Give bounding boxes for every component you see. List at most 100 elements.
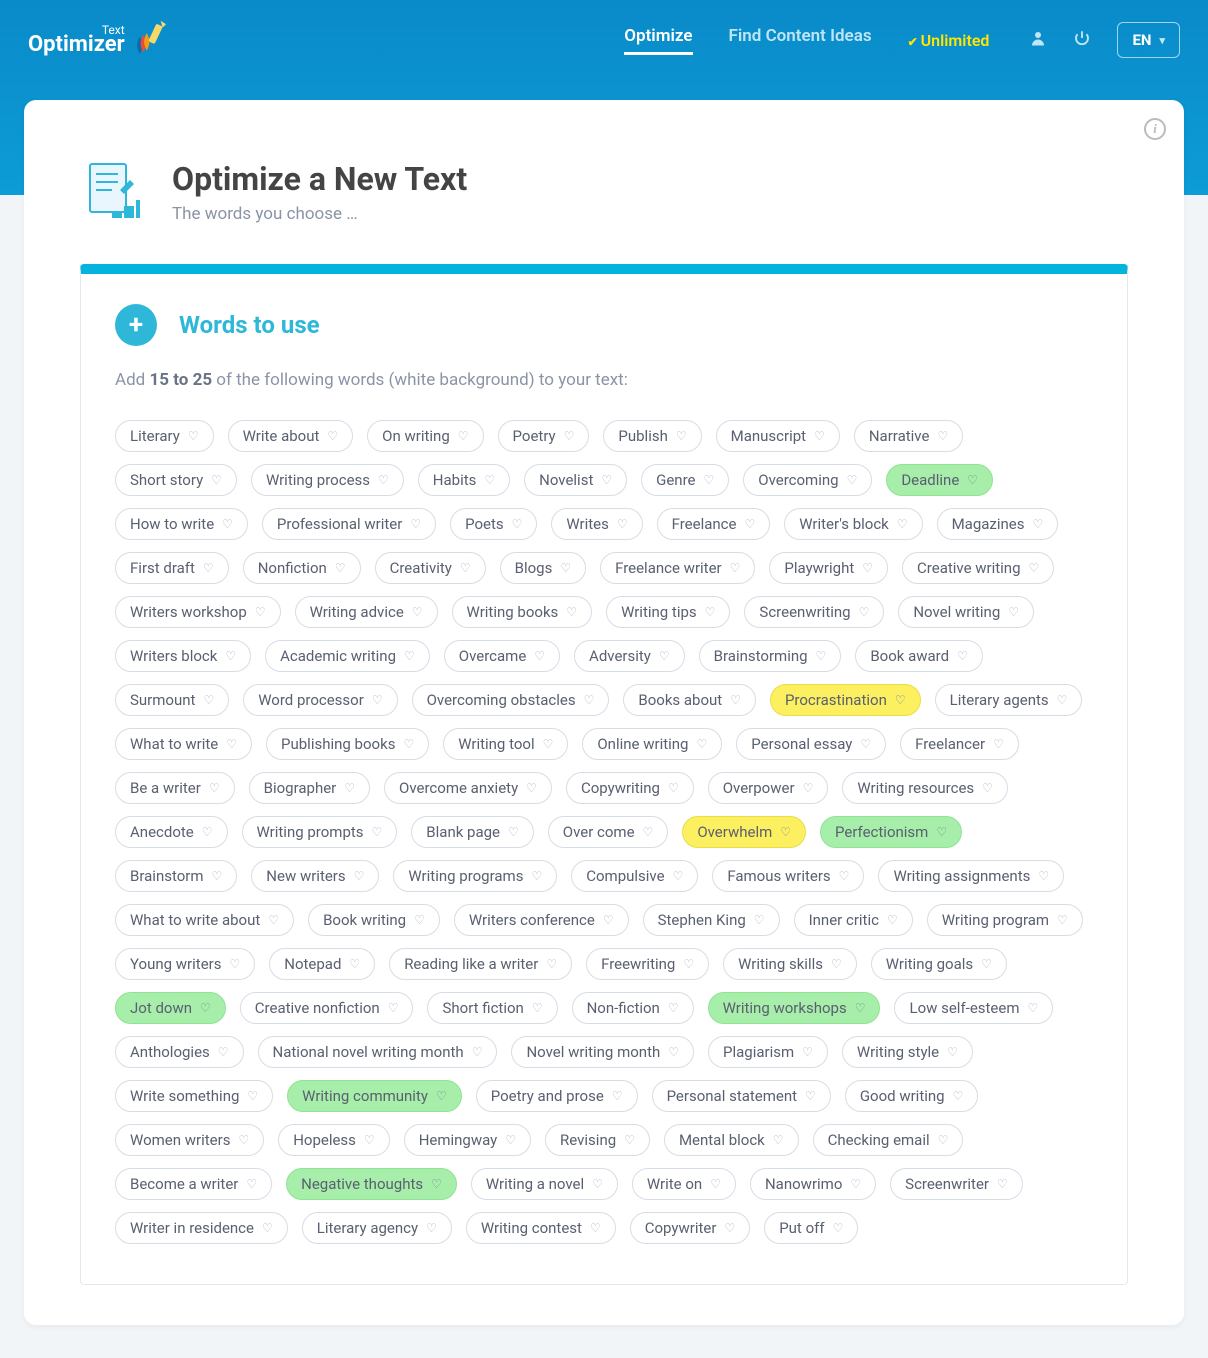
word-pill[interactable]: Stephen King♡ <box>643 904 780 936</box>
heart-icon[interactable]: ♡ <box>696 737 707 751</box>
word-pill[interactable]: Copywriter♡ <box>630 1212 750 1244</box>
heart-icon[interactable]: ♡ <box>212 869 223 883</box>
heart-icon[interactable]: ♡ <box>947 1045 958 1059</box>
heart-icon[interactable]: ♡ <box>612 1089 623 1103</box>
word-pill[interactable]: Low self-esteem♡ <box>894 992 1053 1024</box>
word-pill[interactable]: Hopeless♡ <box>278 1124 389 1156</box>
heart-icon[interactable]: ♡ <box>676 429 687 443</box>
word-pill[interactable]: Overwhelm♡ <box>682 816 806 848</box>
heart-icon[interactable]: ♡ <box>668 781 679 795</box>
logo[interactable]: Text Optimizer <box>28 19 173 61</box>
heart-icon[interactable]: ♡ <box>378 473 389 487</box>
heart-icon[interactable]: ♡ <box>705 605 716 619</box>
heart-icon[interactable]: ♡ <box>202 825 213 839</box>
word-pill[interactable]: Good writing♡ <box>845 1080 979 1112</box>
heart-icon[interactable]: ♡ <box>592 1177 603 1191</box>
word-pill[interactable]: Book writing♡ <box>308 904 440 936</box>
info-icon[interactable]: i <box>1144 118 1166 140</box>
heart-icon[interactable]: ♡ <box>436 1089 447 1103</box>
word-pill[interactable]: Literary♡ <box>115 420 214 452</box>
word-pill[interactable]: Habits♡ <box>418 464 510 496</box>
word-pill[interactable]: Creative writing♡ <box>902 552 1054 584</box>
word-pill[interactable]: Writing prompts♡ <box>242 816 398 848</box>
heart-icon[interactable]: ♡ <box>850 1177 861 1191</box>
heart-icon[interactable]: ♡ <box>860 737 871 751</box>
word-pill[interactable]: On writing♡ <box>367 420 483 452</box>
word-pill[interactable]: Writers conference♡ <box>454 904 629 936</box>
heart-icon[interactable]: ♡ <box>188 429 199 443</box>
heart-icon[interactable]: ♡ <box>335 561 346 575</box>
word-pill[interactable]: Blank page♡ <box>411 816 533 848</box>
heart-icon[interactable]: ♡ <box>388 1001 399 1015</box>
word-pill[interactable]: Perfectionism♡ <box>820 816 962 848</box>
heart-icon[interactable]: ♡ <box>780 825 791 839</box>
nav-link-find-ideas[interactable]: Find Content Ideas <box>729 26 872 55</box>
heart-icon[interactable]: ♡ <box>745 517 756 531</box>
word-pill[interactable]: Compulsive♡ <box>571 860 698 892</box>
heart-icon[interactable]: ♡ <box>354 869 365 883</box>
heart-icon[interactable]: ♡ <box>431 1177 442 1191</box>
heart-icon[interactable]: ♡ <box>534 649 545 663</box>
heart-icon[interactable]: ♡ <box>659 649 670 663</box>
heart-icon[interactable]: ♡ <box>643 825 654 839</box>
heart-icon[interactable]: ♡ <box>957 649 968 663</box>
word-pill[interactable]: Nonfiction♡ <box>243 552 361 584</box>
word-pill[interactable]: Writers block♡ <box>115 640 251 672</box>
word-pill[interactable]: Literary agents♡ <box>935 684 1083 716</box>
word-pill[interactable]: Professional writer♡ <box>262 508 436 540</box>
word-pill[interactable]: Novel writing♡ <box>898 596 1034 628</box>
heart-icon[interactable]: ♡ <box>601 473 612 487</box>
word-pill[interactable]: Writing workshops♡ <box>708 992 881 1024</box>
heart-icon[interactable]: ♡ <box>855 1001 866 1015</box>
heart-icon[interactable]: ♡ <box>967 473 978 487</box>
word-pill[interactable]: Academic writing♡ <box>265 640 430 672</box>
heart-icon[interactable]: ♡ <box>364 1133 375 1147</box>
word-pill[interactable]: Manuscript♡ <box>716 420 840 452</box>
heart-icon[interactable]: ♡ <box>203 693 214 707</box>
word-pill[interactable]: Writing style♡ <box>842 1036 973 1068</box>
word-pill[interactable]: Young writers♡ <box>115 948 255 980</box>
word-pill[interactable]: Overcame♡ <box>444 640 560 672</box>
heart-icon[interactable]: ♡ <box>668 1001 679 1015</box>
heart-icon[interactable]: ♡ <box>603 913 614 927</box>
word-pill[interactable]: Negative thoughts♡ <box>286 1168 457 1200</box>
heart-icon[interactable]: ♡ <box>982 781 993 795</box>
heart-icon[interactable]: ♡ <box>372 825 383 839</box>
heart-icon[interactable]: ♡ <box>1032 517 1043 531</box>
heart-icon[interactable]: ♡ <box>472 1045 483 1059</box>
word-pill[interactable]: Writing programs♡ <box>393 860 557 892</box>
word-pill[interactable]: Creative nonfiction♡ <box>240 992 414 1024</box>
word-pill[interactable]: Jot down♡ <box>115 992 226 1024</box>
word-pill[interactable]: Copywriting♡ <box>566 772 694 804</box>
heart-icon[interactable]: ♡ <box>862 561 873 575</box>
heart-icon[interactable]: ♡ <box>268 913 279 927</box>
word-pill[interactable]: Adversity♡ <box>574 640 685 672</box>
heart-icon[interactable]: ♡ <box>617 517 628 531</box>
word-pill[interactable]: Publishing books♡ <box>266 728 429 760</box>
heart-icon[interactable]: ♡ <box>754 913 765 927</box>
word-pill[interactable]: Write something♡ <box>115 1080 273 1112</box>
heart-icon[interactable]: ♡ <box>937 429 948 443</box>
word-pill[interactable]: Freelance♡ <box>657 508 771 540</box>
word-pill[interactable]: Freelancer♡ <box>900 728 1019 760</box>
word-pill[interactable]: Deadline♡ <box>886 464 993 496</box>
word-pill[interactable]: Writing a novel♡ <box>471 1168 618 1200</box>
heart-icon[interactable]: ♡ <box>897 517 908 531</box>
heart-icon[interactable]: ♡ <box>773 1133 784 1147</box>
word-pill[interactable]: Writer in residence♡ <box>115 1212 288 1244</box>
word-pill[interactable]: Anecdote♡ <box>115 816 228 848</box>
heart-icon[interactable]: ♡ <box>238 1133 249 1147</box>
word-pill[interactable]: Revising♡ <box>545 1124 650 1156</box>
word-pill[interactable]: Writing process♡ <box>251 464 404 496</box>
word-pill[interactable]: Overpower♡ <box>708 772 829 804</box>
heart-icon[interactable]: ♡ <box>724 1221 735 1235</box>
heart-icon[interactable]: ♡ <box>209 781 220 795</box>
heart-icon[interactable]: ♡ <box>895 693 906 707</box>
word-pill[interactable]: Writing community♡ <box>287 1080 462 1112</box>
word-pill[interactable]: Non-fiction♡ <box>572 992 694 1024</box>
heart-icon[interactable]: ♡ <box>211 473 222 487</box>
word-pill[interactable]: Brainstorming♡ <box>699 640 842 672</box>
heart-icon[interactable]: ♡ <box>460 561 471 575</box>
heart-icon[interactable]: ♡ <box>226 737 237 751</box>
user-icon[interactable] <box>1029 29 1047 52</box>
